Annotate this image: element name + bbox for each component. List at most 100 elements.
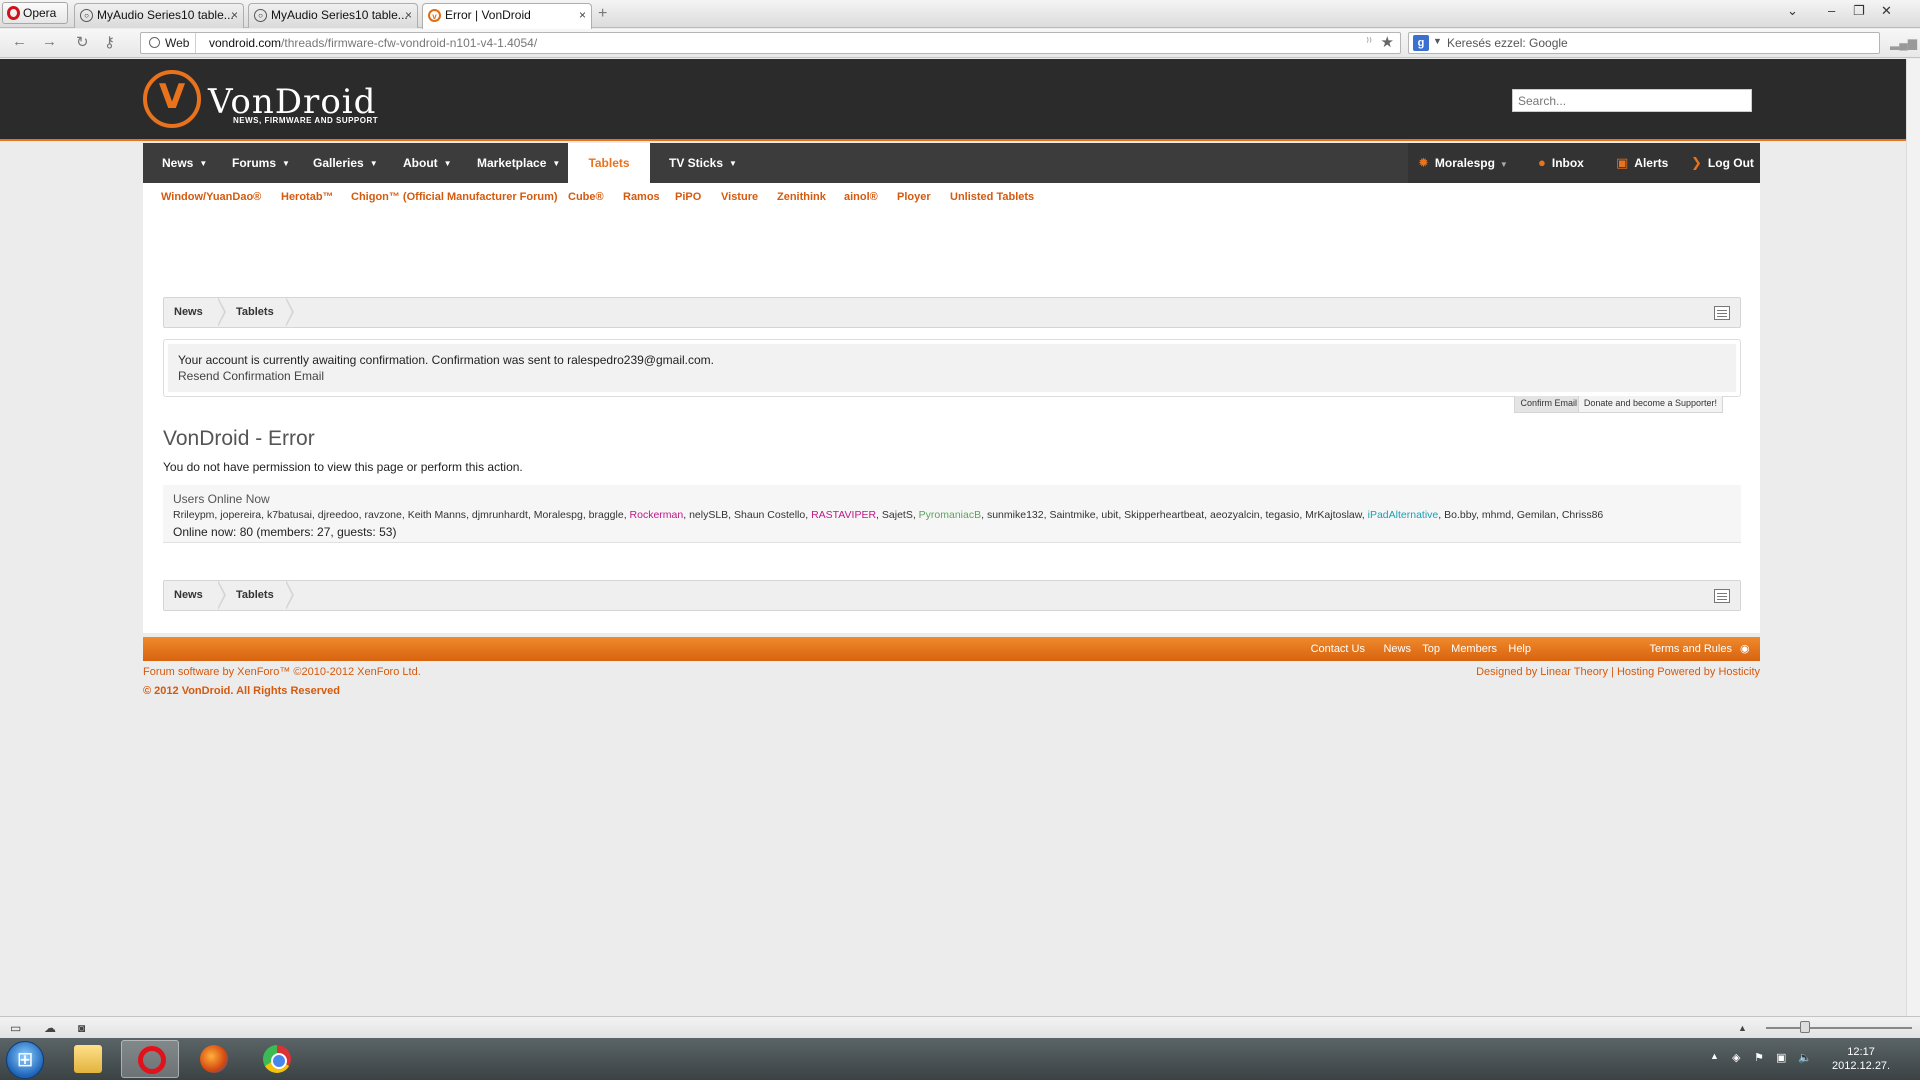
nav-tab-tv-sticks[interactable]: TV Sticks ▼ <box>669 143 737 183</box>
subnav-link[interactable]: Ramos <box>623 191 660 203</box>
online-user-link[interactable]: mhmd <box>1482 509 1511 521</box>
chevron-down-icon[interactable]: ▼ <box>729 159 737 168</box>
opera-menu-button[interactable]: Opera <box>2 2 68 24</box>
address-field[interactable]: Web vondroid.com/threads/firmware-cfw-vo… <box>140 32 1401 54</box>
key-icon[interactable]: ⚷ <box>104 33 115 51</box>
nav-tab-news[interactable]: News ▼ <box>162 143 207 183</box>
online-user-link[interactable]: jopereira <box>220 509 261 521</box>
online-user-link[interactable]: Keith Manns <box>408 509 466 521</box>
online-user-link[interactable]: djmrunhardt <box>472 509 528 521</box>
online-user-link[interactable]: Rrileypm <box>173 509 214 521</box>
users-online-heading[interactable]: Users Online Now <box>173 492 270 506</box>
taskbar-firefox[interactable] <box>184 1040 242 1078</box>
nav-tab-marketplace[interactable]: Marketplace ▼ <box>477 143 560 183</box>
subnav-link[interactable]: Chigon™ (Official Manufacturer Forum) <box>351 191 558 203</box>
online-user-link[interactable]: tegasio <box>1265 509 1299 521</box>
site-info-badge[interactable]: Web <box>141 33 197 53</box>
minimize-icon[interactable]: – <box>1828 3 1835 18</box>
jump-menu-icon[interactable] <box>1714 306 1730 320</box>
rss-feed-icon[interactable]: ⁾⁾ <box>1366 35 1372 49</box>
network-shield-icon[interactable]: ◈ <box>1732 1051 1740 1064</box>
online-user-link[interactable]: Moralespg <box>534 509 583 521</box>
footer-link-help[interactable]: Help <box>1508 643 1531 655</box>
breadcrumb-news[interactable]: News <box>174 581 203 610</box>
new-tab-icon[interactable]: + <box>598 5 607 23</box>
online-user-link[interactable]: nelySLB <box>689 509 728 521</box>
user-menu[interactable]: ✹ Moralespg ▼ <box>1418 143 1508 183</box>
online-user-link[interactable]: Saintmike <box>1049 509 1095 521</box>
jump-menu-icon[interactable] <box>1714 589 1730 603</box>
notice-tab-confirm-email[interactable]: Confirm Email <box>1514 396 1583 413</box>
footer-credits[interactable]: Designed by Linear Theory | Hosting Powe… <box>1476 666 1760 678</box>
online-user-link[interactable]: Chriss86 <box>1562 509 1603 521</box>
close-tab-icon[interactable]: × <box>231 4 238 27</box>
system-clock[interactable]: 12:17 2012.12.27. <box>1832 1045 1890 1073</box>
online-user-link[interactable]: Bo.bby <box>1444 509 1476 521</box>
online-user-link[interactable]: Gemilan <box>1517 509 1556 521</box>
subnav-link[interactable]: Unlisted Tablets <box>950 191 1034 203</box>
alerts-link[interactable]: ▣ Alerts <box>1616 143 1668 183</box>
online-user-link[interactable]: RASTAVIPER <box>811 509 876 521</box>
start-button-icon[interactable] <box>6 1041 44 1079</box>
google-icon[interactable]: g <box>1413 35 1429 51</box>
nav-tab-tablets[interactable]: Tablets <box>568 143 650 183</box>
breadcrumb-tablets[interactable]: Tablets <box>236 298 274 327</box>
panel-toggle-icon[interactable]: ▭ <box>10 1021 21 1035</box>
close-tab-icon[interactable]: × <box>405 4 412 27</box>
online-user-link[interactable]: Skipperheartbeat <box>1124 509 1204 521</box>
taskbar-explorer[interactable] <box>58 1040 116 1078</box>
online-user-link[interactable]: braggle <box>589 509 624 521</box>
breadcrumb-tablets[interactable]: Tablets <box>236 581 274 610</box>
chevron-down-icon[interactable]: ▼ <box>282 159 290 168</box>
bookmark-star-icon[interactable]: ★ <box>1381 33 1394 51</box>
inbox-link[interactable]: ● Inbox <box>1538 143 1584 183</box>
online-user-link[interactable]: PyromaniacB <box>919 509 981 521</box>
cloud-icon[interactable]: ☁ <box>44 1021 56 1035</box>
notice-tab-donate[interactable]: Donate and become a Supporter! <box>1577 396 1723 413</box>
restore-icon[interactable]: ❐ <box>1853 3 1865 19</box>
nav-tab-about[interactable]: About ▼ <box>403 143 452 183</box>
subnav-link[interactable]: Ployer <box>897 191 931 203</box>
url-text[interactable]: vondroid.com/threads/firmware-cfw-vondro… <box>209 33 537 53</box>
forward-icon[interactable]: → <box>42 33 57 50</box>
online-user-link[interactable]: Shaun Costello <box>734 509 805 521</box>
taskbar-chrome[interactable] <box>247 1040 305 1078</box>
subnav-link[interactable]: Zenithink <box>777 191 826 203</box>
online-user-link[interactable]: Rockerman <box>630 509 684 521</box>
speed-dial-icon[interactable]: ◙ <box>78 1021 85 1035</box>
browser-tab[interactable]: ○ MyAudio Series10 table... × <box>248 3 418 28</box>
chevron-down-icon[interactable]: ▼ <box>552 159 560 168</box>
subnav-link[interactable]: PiPO <box>675 191 701 203</box>
chevron-up-icon[interactable]: ▲ <box>1738 1023 1747 1033</box>
volume-icon[interactable]: 🔈 <box>1798 1051 1812 1064</box>
online-user-link[interactable]: djreedoo <box>318 509 359 521</box>
online-user-link[interactable]: aeozyalcin <box>1210 509 1260 521</box>
close-tab-icon[interactable]: × <box>579 4 586 27</box>
footer-link-contact[interactable]: Contact Us <box>1311 643 1365 655</box>
online-user-link[interactable]: iPadAlternative <box>1368 509 1439 521</box>
site-search-input[interactable] <box>1512 89 1752 112</box>
browser-tab[interactable]: ○ MyAudio Series10 table... × <box>74 3 244 28</box>
subnav-link[interactable]: Cube® <box>568 191 604 203</box>
chevron-down-icon[interactable]: ▼ <box>370 159 378 168</box>
zoom-slider[interactable] <box>1766 1027 1912 1029</box>
action-center-flag-icon[interactable]: ⚑ <box>1754 1051 1764 1064</box>
taskbar-opera[interactable] <box>121 1040 179 1078</box>
reload-icon[interactable]: ↻ <box>76 33 89 51</box>
chevron-down-icon[interactable]: ▼ <box>199 159 207 168</box>
resend-confirmation-link[interactable]: Resend Confirmation Email <box>178 369 324 383</box>
back-icon[interactable]: ← <box>12 33 27 50</box>
breadcrumb-news[interactable]: News <box>174 298 203 327</box>
footer-link-news[interactable]: News <box>1383 643 1411 655</box>
footer-link-members[interactable]: Members <box>1451 643 1497 655</box>
vondroid-logo-icon[interactable]: V <box>143 70 201 128</box>
online-user-link[interactable]: ravzone <box>364 509 401 521</box>
subnav-link[interactable]: ainol® <box>844 191 878 203</box>
zoom-slider-handle[interactable] <box>1800 1021 1810 1033</box>
nav-tab-forums[interactable]: Forums ▼ <box>232 143 290 183</box>
footer-link-top[interactable]: Top <box>1422 643 1440 655</box>
browser-tab-active[interactable]: v Error | VonDroid × <box>422 3 592 29</box>
vertical-scrollbar[interactable] <box>1906 59 1920 1016</box>
rss-icon[interactable]: ◉ <box>1740 642 1752 655</box>
chevron-down-icon[interactable]: ▼ <box>444 159 452 168</box>
